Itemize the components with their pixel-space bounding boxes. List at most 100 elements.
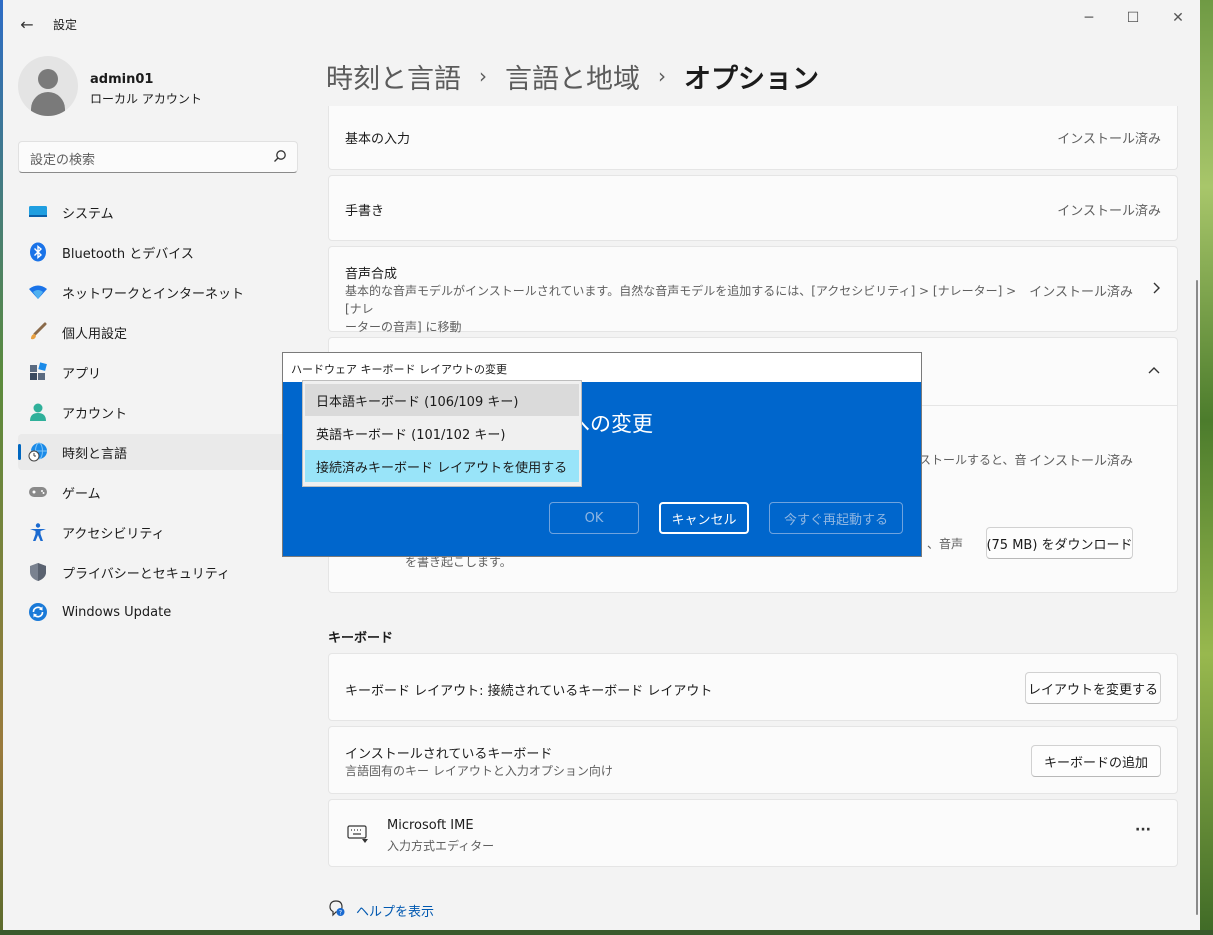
sidebar-item-accounts[interactable]: アカウント xyxy=(18,394,288,430)
microsoft-ime-card: Microsoft IME 入力方式エディター ··· xyxy=(328,799,1178,867)
maximize-button[interactable]: ☐ xyxy=(1110,4,1156,32)
sidebar-item-label: ネットワークとインターネット xyxy=(62,286,245,302)
card-title: Microsoft IME xyxy=(387,818,474,833)
status-text: インストール済み xyxy=(1029,285,1133,300)
sidebar-item-label: 個人用設定 xyxy=(62,326,128,342)
status-text: インストール済み xyxy=(1057,132,1161,147)
person-icon xyxy=(28,402,48,422)
desktop-edge-right xyxy=(1200,0,1213,935)
brush-icon xyxy=(28,322,48,342)
search-input[interactable]: 設定の検索 xyxy=(18,141,298,173)
chevron-up-icon[interactable] xyxy=(1147,363,1161,379)
keyboard-layout-dropdown[interactable]: 日本語キーボード (106/109 キー) 英語キーボード (101/102 キ… xyxy=(302,380,582,487)
more-options-icon[interactable]: ··· xyxy=(1135,822,1151,838)
status-text: インストール済み xyxy=(1057,204,1161,219)
apps-icon xyxy=(28,362,48,382)
speech-card[interactable]: 音声合成 基本的な音声モデルがインストールされています。自然な音声モデルを追加す… xyxy=(328,246,1178,334)
dropdown-option-english[interactable]: 英語キーボード (101/102 キー) xyxy=(305,417,579,449)
account-type: ローカル アカウント xyxy=(90,92,202,106)
sidebar-item-network[interactable]: ネットワークとインターネット xyxy=(18,274,288,310)
search-placeholder: 設定の検索 xyxy=(30,153,96,168)
dropdown-option-japanese[interactable]: 日本語キーボード (106/109 キー) xyxy=(305,384,579,416)
status-text: インストール済み xyxy=(1029,454,1133,469)
keyboard-section-heading: キーボード xyxy=(328,631,394,646)
installed-keyboards-card: インストールされているキーボード 言語固有のキー レイアウトと入力オプション向け… xyxy=(328,726,1178,794)
card-description: ストールすると、音 xyxy=(919,453,1027,467)
update-icon xyxy=(28,602,48,622)
title-bar: ← 設定 ─ ☐ ✕ xyxy=(3,0,1200,46)
basic-input-card: 基本の入力 インストール済み xyxy=(328,106,1178,170)
app-title: 設定 xyxy=(53,18,78,32)
cancel-button[interactable]: キャンセル xyxy=(659,502,749,534)
sidebar-item-label: プライバシーとセキュリティ xyxy=(62,566,230,582)
svg-text:?: ? xyxy=(339,910,342,917)
minimize-icon: ─ xyxy=(1084,10,1094,26)
sidebar-item-label: アカウント xyxy=(62,406,128,422)
gamepad-icon xyxy=(28,482,48,502)
card-title: 音声合成 xyxy=(345,267,398,282)
bluetooth-icon xyxy=(28,242,48,262)
close-icon: ✕ xyxy=(1172,10,1184,26)
sidebar-item-label: ゲーム xyxy=(62,486,101,502)
add-keyboard-button[interactable]: キーボードの追加 xyxy=(1031,745,1161,777)
sidebar-item-time-language[interactable]: 時刻と言語 xyxy=(18,434,288,470)
card-title: 手書き xyxy=(345,204,385,219)
back-arrow-icon: ← xyxy=(20,14,34,34)
breadcrumb: 時刻と言語 › 言語と地域 › オプション xyxy=(326,56,819,96)
wifi-icon xyxy=(28,282,48,302)
scrollbar[interactable] xyxy=(1196,280,1198,915)
help-icon: ? xyxy=(328,899,346,921)
sidebar-item-label: アプリ xyxy=(62,366,102,382)
close-button[interactable]: ✕ xyxy=(1155,4,1200,32)
sidebar-item-personalization[interactable]: 個人用設定 xyxy=(18,314,288,350)
breadcrumb-time-language[interactable]: 時刻と言語 xyxy=(326,57,461,96)
sidebar-item-label: Bluetooth とデバイス xyxy=(62,246,194,262)
breadcrumb-separator: › xyxy=(479,64,487,88)
avatar xyxy=(18,56,78,116)
card-title: インストールされているキーボード xyxy=(345,747,553,762)
sidebar-item-label: Windows Update xyxy=(62,604,172,620)
page-title: オプション xyxy=(684,63,819,95)
sidebar-item-bluetooth[interactable]: Bluetooth とデバイス xyxy=(18,234,288,270)
shield-icon xyxy=(28,562,48,582)
download-button[interactable]: (75 MB) をダウンロード xyxy=(986,527,1133,559)
user-name: admin01 xyxy=(90,72,154,87)
sidebar-item-privacy[interactable]: プライバシーとセキュリティ xyxy=(18,554,288,590)
card-description: 、音声 xyxy=(927,537,964,551)
desktop-edge-bottom xyxy=(0,930,1213,935)
breadcrumb-separator: › xyxy=(658,64,666,88)
maximize-icon: ☐ xyxy=(1126,10,1140,26)
help-link-label: ヘルプを表示 xyxy=(356,904,435,920)
card-title: 基本の入力 xyxy=(345,132,411,147)
sidebar-item-label: 時刻と言語 xyxy=(62,446,128,462)
sidebar-item-system[interactable]: システム xyxy=(18,194,288,230)
dropdown-option-connected[interactable]: 接続済みキーボード レイアウトを使用する xyxy=(305,450,579,482)
user-profile[interactable]: admin01 ローカル アカウント xyxy=(18,56,288,116)
card-description: 言語固有のキー レイアウトと入力オプション向け xyxy=(345,764,613,778)
sidebar-item-accessibility[interactable]: アクセシビリティ xyxy=(18,514,288,550)
minimize-button[interactable]: ─ xyxy=(1066,4,1112,32)
accessibility-icon xyxy=(28,522,48,542)
card-description: 入力方式エディター xyxy=(387,839,495,853)
help-link[interactable]: ? ヘルプを表示 xyxy=(328,899,434,921)
handwriting-card: 手書き インストール済み xyxy=(328,175,1178,241)
sidebar-item-apps[interactable]: アプリ xyxy=(18,354,288,390)
sidebar-item-gaming[interactable]: ゲーム xyxy=(18,474,288,510)
sidebar-item-label: システム xyxy=(62,206,114,222)
search-icon xyxy=(273,149,287,167)
dialog-title: ハードウェア キーボード レイアウトの変更 xyxy=(291,363,507,376)
ok-button[interactable]: OK xyxy=(549,502,639,534)
sidebar-nav: システム Bluetooth とデバイス ネットワークとインターネット 個人用設… xyxy=(18,194,288,634)
monitor-icon xyxy=(28,202,48,222)
sidebar-item-label: アクセシビリティ xyxy=(62,526,165,542)
dialog-title-bar: ハードウェア キーボード レイアウトの変更 xyxy=(283,353,921,382)
breadcrumb-language-region[interactable]: 言語と地域 xyxy=(505,57,640,96)
globe-clock-icon xyxy=(28,442,48,462)
keyboard-icon xyxy=(347,824,369,848)
sidebar-item-windows-update[interactable]: Windows Update xyxy=(18,594,288,630)
restart-now-button[interactable]: 今すぐ再起動する xyxy=(769,502,903,534)
change-layout-button[interactable]: レイアウトを変更する xyxy=(1025,672,1161,704)
card-title: キーボード レイアウト: 接続されているキーボード レイアウト xyxy=(345,684,713,699)
back-button[interactable]: ← xyxy=(13,10,41,38)
keyboard-layout-card: キーボード レイアウト: 接続されているキーボード レイアウト レイアウトを変更… xyxy=(328,653,1178,721)
